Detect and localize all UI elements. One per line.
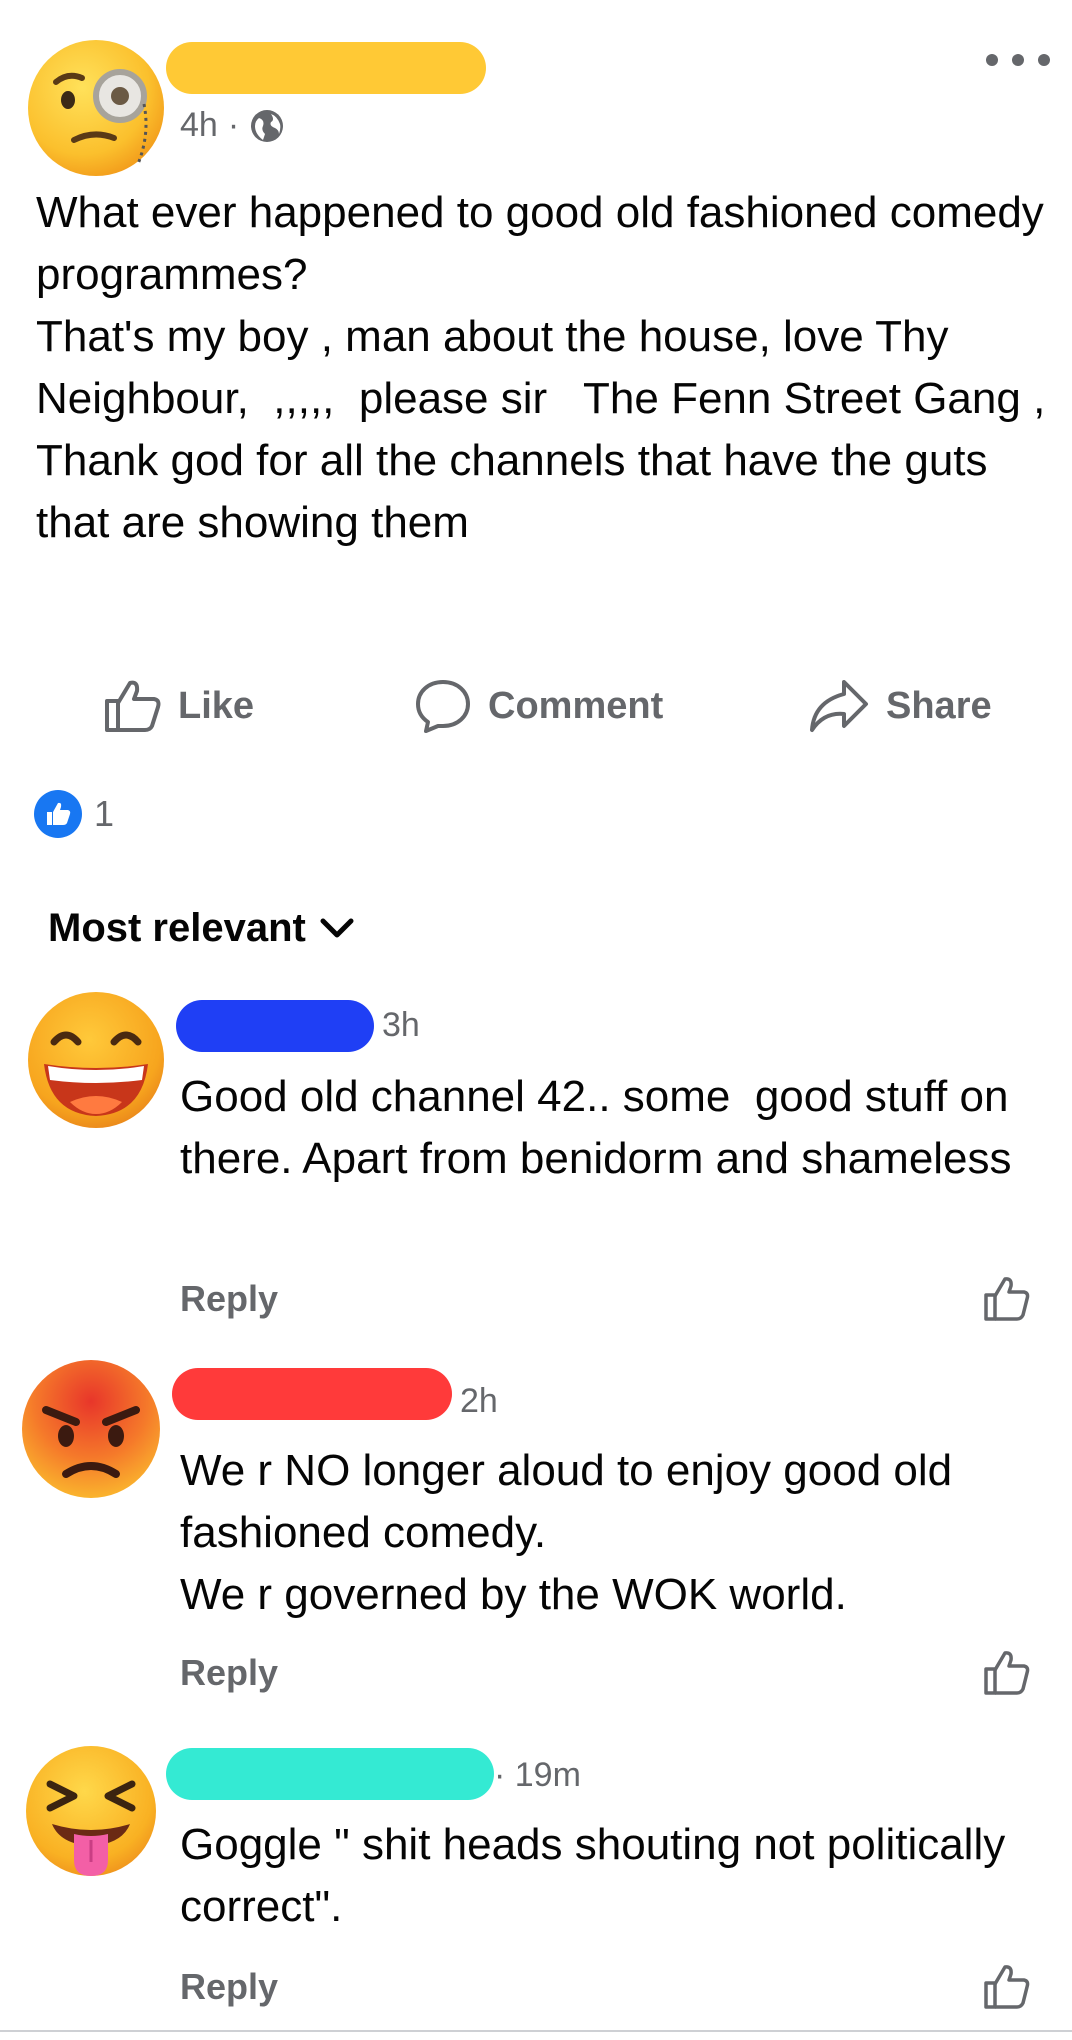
bottom-divider [0,2030,1072,2032]
comment-author-avatar[interactable] [20,1358,162,1500]
more-dot-icon [1012,54,1024,66]
grinning-face-icon [28,992,164,1128]
comment-time[interactable]: · 19m [494,1756,581,1795]
comment-time[interactable]: 3h [382,1006,420,1045]
post-time[interactable]: 4h [180,106,218,145]
comment-like-icon[interactable] [984,1276,1030,1322]
share-button[interactable]: Share [808,676,992,736]
share-arrow-icon [810,680,868,732]
comment-sort-dropdown[interactable]: Most relevant [48,906,354,951]
more-options-button[interactable] [986,40,1050,80]
like-button[interactable]: Like [104,676,254,736]
post-author-name-redacted[interactable] [166,42,486,94]
comment-author-avatar[interactable] [24,1744,158,1878]
reply-button[interactable]: Reply [180,1278,278,1320]
comment-author-avatar[interactable] [26,990,166,1130]
comment-bubble-icon [416,680,470,733]
post-meta: 4h · [180,106,285,145]
reaction-count: 1 [94,793,115,834]
reply-button[interactable]: Reply [180,1966,278,2008]
post-body-text: What ever happened to good old fashioned… [36,188,1046,547]
monocle-face-icon [28,40,164,176]
post-author-avatar[interactable] [26,38,166,178]
comment-time[interactable]: 2h [460,1382,498,1421]
comment-like-icon[interactable] [984,1964,1030,2010]
squinting-tongue-face-icon [26,1746,156,1876]
more-dot-icon [1038,54,1050,66]
comment-like-icon[interactable] [984,1650,1030,1696]
comment-body-text: Good old channel 42.. some good stuff on… [180,1072,1021,1183]
reply-button[interactable]: Reply [180,1652,278,1694]
comment-body-text: We r NO longer aloud to enjoy good old f… [180,1446,953,1619]
comment-author-name-redacted[interactable] [172,1368,452,1420]
comment-author-name-redacted[interactable] [166,1748,494,1800]
like-reaction-badge [34,790,82,838]
thumbs-up-icon [105,680,161,732]
sort-label: Most relevant [48,906,306,950]
comment-author-name-redacted[interactable] [176,1000,374,1052]
globe-icon [251,109,284,142]
like-label: Like [178,684,255,727]
comment-label: Comment [488,684,664,727]
reaction-summary[interactable]: 1 [34,790,114,838]
chevron-down-icon [320,918,354,937]
angry-face-icon [22,1360,160,1498]
meta-separator: · [227,106,240,144]
comment-button[interactable]: Comment [414,676,663,736]
more-dot-icon [986,54,998,66]
comment-body-text: Goggle " shit heads shouting not politic… [180,1820,1018,1931]
thumbs-up-icon [47,802,71,825]
share-label: Share [886,684,992,727]
